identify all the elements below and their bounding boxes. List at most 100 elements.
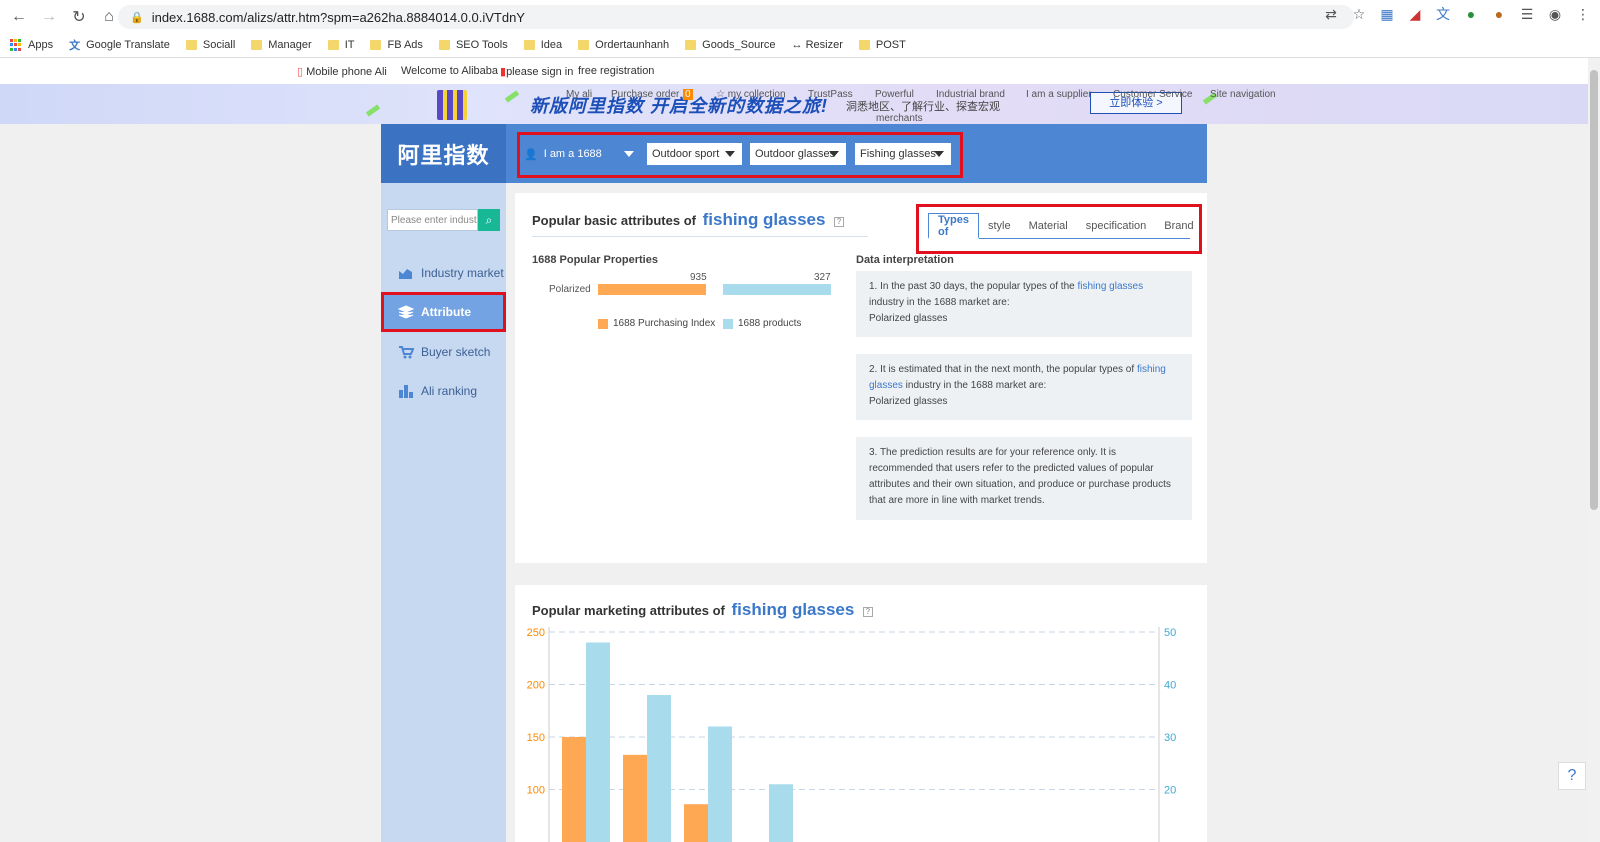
url-text: index.1688.com/alizs/attr.htm?spm=a262ha… xyxy=(151,9,525,25)
nav-customer-service[interactable]: Customer Service xyxy=(1113,89,1192,100)
phone-icon: ▯ xyxy=(297,66,304,78)
industry-search: Please enter indust ⌕ xyxy=(387,209,500,231)
extension-icons: ⇄ ☆ ▦ ◢ 文 ● ● ☰ ◉ ⋮ xyxy=(1322,5,1592,23)
bookmark-it[interactable]: IT xyxy=(327,39,354,51)
nav-site-navigation[interactable]: Site navigation xyxy=(1210,89,1276,100)
interpretation-card-3: 3. The prediction results are for your r… xyxy=(856,437,1192,520)
products-bar xyxy=(723,284,831,295)
translate-icon[interactable]: ⇄ xyxy=(1322,5,1340,23)
nav-supplier[interactable]: I am a supplier xyxy=(1026,89,1092,100)
folder-icon xyxy=(438,40,450,50)
nav-purchase-order[interactable]: Purchase order xyxy=(611,89,679,100)
sidebar-item-attribute[interactable]: Attribute xyxy=(381,292,506,332)
lock-icon: 🔒 xyxy=(130,11,144,24)
tab-specification[interactable]: specification xyxy=(1077,213,1156,239)
left-tick-label: 250 xyxy=(527,627,545,639)
scrollbar-thumb[interactable] xyxy=(1590,70,1598,510)
page-scrollbar[interactable] xyxy=(1588,58,1600,842)
blue-bar xyxy=(769,784,793,842)
interpretation-card-2: 2. It is estimated that in the next mont… xyxy=(856,354,1192,420)
search-icon[interactable]: ⌕ xyxy=(478,209,500,231)
help-button[interactable]: ? xyxy=(1558,762,1586,790)
extension-icon[interactable]: ▦ xyxy=(1378,5,1396,23)
folder-icon xyxy=(858,40,870,50)
basic-attributes-panel: Popular basic attributes of fishing glas… xyxy=(515,193,1207,563)
category-dropdown-3[interactable]: Fishing glasses xyxy=(855,143,951,165)
bookmark-sociall[interactable]: Sociall xyxy=(185,39,235,51)
address-bar[interactable]: 🔒 index.1688.com/alizs/attr.htm?spm=a262… xyxy=(118,5,1354,29)
category-dropdown-2[interactable]: Outdoor glasses xyxy=(750,143,846,165)
bookmark-fb-ads[interactable]: FB Ads xyxy=(370,39,423,51)
bookmark-manager[interactable]: Manager xyxy=(251,39,312,51)
menu-dots-icon[interactable]: ⋮ xyxy=(1574,5,1592,23)
confetti-stripe xyxy=(504,90,520,103)
cookie-icon[interactable]: ● xyxy=(1490,5,1508,23)
bookmark-ordertaunhanh[interactable]: Ordertaunhanh xyxy=(578,39,669,51)
confetti-stripe xyxy=(365,104,381,117)
purchase-count-badge: 0 xyxy=(683,89,693,100)
sidebar-item-buyer-sketch[interactable]: Buyer sketch xyxy=(381,332,506,372)
bookmark-resizer[interactable]: ↔ Resizer xyxy=(792,39,843,51)
folder-icon xyxy=(327,40,339,50)
sidebar-item-ali-ranking[interactable]: Ali ranking xyxy=(381,371,506,411)
legend-products: 1688 products xyxy=(723,318,801,329)
help-icon[interactable]: ? xyxy=(834,216,845,227)
tab-style[interactable]: style xyxy=(979,213,1020,239)
banner-subtext: 洞悉地区、了解行业、探查宏观 xyxy=(846,101,1000,113)
app-header: 阿里指数 👤 I am a 1688 Outdoor sport Outdoor… xyxy=(381,124,1207,183)
reload-icon[interactable]: ↻ xyxy=(66,4,92,30)
back-arrow-icon[interactable]: ← xyxy=(6,4,32,30)
blue-bar xyxy=(586,642,610,842)
bookmark-goods-source[interactable]: Goods_Source xyxy=(685,39,776,51)
ali-index-logo[interactable]: 阿里指数 xyxy=(381,124,506,183)
tab-types-of[interactable]: Types of xyxy=(928,213,979,239)
bookmark-idea[interactable]: Idea xyxy=(523,39,562,51)
nav-my-ali[interactable]: My ali xyxy=(566,89,592,100)
profile-avatar-icon[interactable]: ◉ xyxy=(1546,5,1564,23)
flag-icon[interactable]: ◢ xyxy=(1406,5,1424,23)
bar-category-label: Polarized xyxy=(549,284,591,295)
blue-swatch xyxy=(723,318,733,329)
divider xyxy=(532,236,868,237)
bookmark-seo-tools[interactable]: SEO Tools xyxy=(438,39,508,51)
bookmarks-bar: Apps 文 Google Translate Sociall Manager I… xyxy=(10,34,906,56)
forward-arrow-icon[interactable]: → xyxy=(36,4,62,30)
gift-box-icon xyxy=(437,90,467,120)
sidebar-item-industry-market[interactable]: Industry market xyxy=(381,253,506,293)
site-topbar: ▯ Mobile phone Ali Welcome to Alibaba ▮p… xyxy=(0,58,1588,84)
globe-icon[interactable]: ● xyxy=(1462,5,1480,23)
legend-purchasing-index: 1688 Purchasing Index xyxy=(598,318,715,329)
area-chart-icon xyxy=(398,266,414,280)
industry-search-input[interactable]: Please enter indust xyxy=(387,209,478,231)
role-selector[interactable]: 👤 I am a 1688 xyxy=(524,142,636,166)
orange-swatch xyxy=(598,318,608,329)
register-link[interactable]: free registration xyxy=(578,65,654,77)
welcome-text: Welcome to Alibaba xyxy=(401,65,499,77)
tab-brand[interactable]: Brand xyxy=(1155,213,1202,239)
sidebar: Please enter indust ⌕ Industry market At… xyxy=(381,183,506,842)
mobile-link[interactable]: ▯ Mobile phone Ali xyxy=(297,65,387,78)
translate-ext-icon[interactable]: 文 xyxy=(1434,5,1452,23)
reading-list-icon[interactable]: ☰ xyxy=(1518,5,1536,23)
orange-bar xyxy=(684,804,708,842)
bookmark-post[interactable]: POST xyxy=(858,39,906,51)
index-value-label: 935 xyxy=(690,272,707,283)
right-tick-label: 30 xyxy=(1164,732,1176,744)
nav-my-collection[interactable]: ☆ my collection xyxy=(716,89,786,100)
bookmark-google-translate[interactable]: 文 Google Translate xyxy=(69,37,170,53)
star-icon[interactable]: ☆ xyxy=(1350,5,1368,23)
signin-link[interactable]: ▮please sign in xyxy=(500,65,573,78)
category-dropdown-1[interactable]: Outdoor sport xyxy=(647,143,742,165)
nav-industrial-brand[interactable]: Industrial brand xyxy=(936,89,1005,100)
folder-icon xyxy=(251,40,263,50)
chevron-down-icon xyxy=(934,151,944,157)
bookmark-apps[interactable]: Apps xyxy=(10,39,53,51)
promo-banner[interactable]: 新版阿里指数 开启全新的数据之旅! 洞悉地区、了解行业、探查宏观 立即体验 > … xyxy=(0,84,1588,124)
right-tick-label: 20 xyxy=(1164,785,1176,797)
marketing-bar-chart: 100 20 150 30 200 40 250 50 xyxy=(527,627,1176,842)
nav-powerful[interactable]: Powerful xyxy=(875,89,914,100)
bar-chart-icon xyxy=(398,384,414,398)
folder-icon xyxy=(370,40,382,50)
tab-material[interactable]: Material xyxy=(1020,213,1077,239)
nav-trustpass[interactable]: TrustPass xyxy=(808,89,853,100)
